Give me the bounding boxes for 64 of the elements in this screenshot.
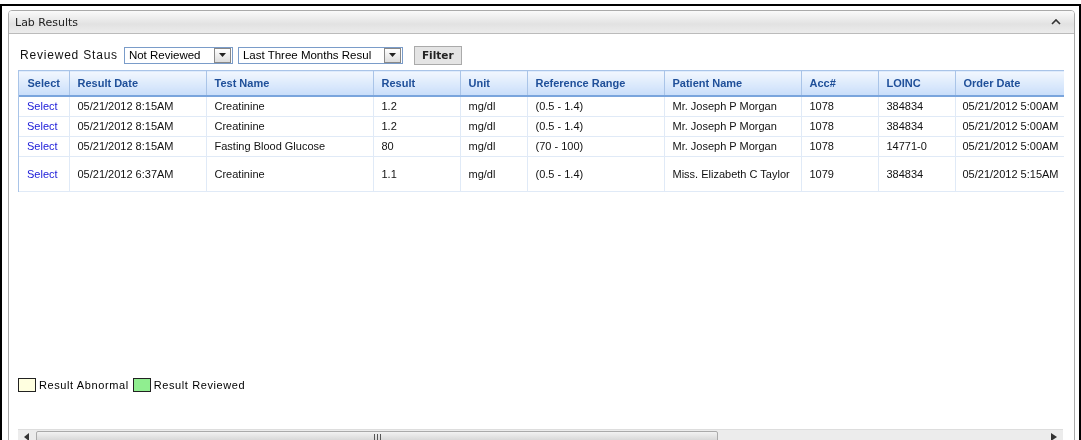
select-link[interactable]: Select [27,100,58,112]
filter-label: Reviewed Staus [20,48,118,62]
scroll-left-icon[interactable] [24,432,30,440]
table-cell: mg/dl [460,96,527,117]
table-cell: Mr. Joseph P Morgan [664,96,801,117]
table-cell: 384834 [878,156,955,192]
column-header[interactable]: Result [373,70,460,96]
table-cell: 1.2 [373,96,460,117]
collapse-icon[interactable] [1050,18,1062,26]
table-cell: Creatinine [206,96,373,117]
status-dropdown[interactable]: Not Reviewed [123,46,233,64]
table-cell: 1078 [801,96,878,117]
column-header[interactable]: Reference Range [527,70,664,96]
column-header[interactable]: Acc# [801,70,878,96]
column-header[interactable]: Order Date [955,70,1064,96]
column-header[interactable]: Unit [460,70,527,96]
table-cell: (0.5 - 1.4) [527,156,664,192]
table-cell: 14771-0 [878,136,955,157]
table-cell: 05/21/2012 5:00AM [955,136,1064,157]
table-cell: 05/21/2012 8:15AM [69,116,206,137]
table-cell: (70 - 100) [527,136,664,157]
table-cell: (0.5 - 1.4) [527,116,664,137]
table-cell: 05/21/2012 6:37AM [69,156,206,192]
table-cell: Creatinine [206,156,373,192]
table-cell: (0.5 - 1.4) [527,96,664,117]
period-dropdown[interactable]: Last Three Months Resul [237,46,403,64]
scrollbar-thumb[interactable] [36,430,718,440]
table-cell: 05/21/2012 5:15AM [955,156,1064,192]
panel-title: Lab Results [15,15,79,29]
dropdown-arrow-icon [218,53,226,57]
table-cell: 05/21/2012 5:00AM [955,116,1064,137]
table-cell: 05/21/2012 5:00AM [955,96,1064,117]
column-header[interactable]: Select [19,70,69,96]
select-link[interactable]: Select [27,140,58,152]
table-cell: 80 [373,136,460,157]
table-cell: Miss. Elizabeth C Taylor [664,156,801,192]
column-header[interactable]: LOINC [878,70,955,96]
column-header[interactable]: Test Name [206,70,373,96]
table-cell: Mr. Joseph P Morgan [664,136,801,157]
table-cell: 1078 [801,136,878,157]
table-cell: Fasting Blood Glucose [206,136,373,157]
table-cell: mg/dl [460,136,527,157]
scroll-right-icon[interactable] [1051,432,1057,440]
select-link[interactable]: Select [27,120,58,132]
table-cell: 384834 [878,116,955,137]
table-cell: 1079 [801,156,878,192]
table-cell: mg/dl [460,156,527,192]
select-link[interactable]: Select [27,167,58,180]
table-cell: 05/21/2012 8:15AM [69,136,206,157]
table-cell: Creatinine [206,116,373,137]
table-cell: mg/dl [460,116,527,137]
table-cell: 384834 [878,96,955,117]
dropdown-arrow-icon [388,53,396,57]
legend-label: Result Reviewed [153,379,246,391]
legend-label: Result Abnormal [39,379,129,391]
table-cell: 1.2 [373,116,460,137]
table-cell: 05/21/2012 8:15AM [69,96,206,117]
filter-button[interactable]: Filter [413,45,462,65]
horizontal-scrollbar[interactable] [18,429,1063,440]
column-header[interactable]: Patient Name [664,70,801,96]
table-cell: 1078 [801,116,878,137]
table-cell: 1.1 [373,156,460,192]
table-cell: Mr. Joseph P Morgan [664,116,801,137]
column-header[interactable]: Result Date [69,70,206,96]
